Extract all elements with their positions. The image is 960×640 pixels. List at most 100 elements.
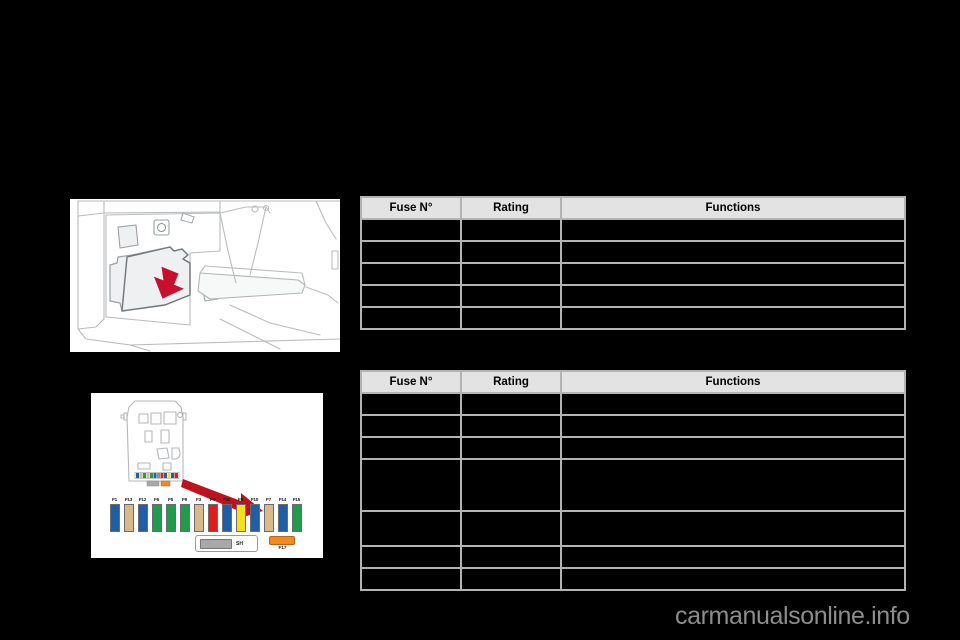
fuse-slot-label: F1 [112,497,117,502]
cell-functions [561,568,905,590]
fuse-slot: F5 [165,497,176,532]
fuse-slot: F4 [207,497,218,532]
cell-functions [561,307,905,329]
glovebox-fuse-access-illustration [70,199,340,352]
fuse-slot-label: F9 [182,497,187,502]
cell-rating [461,568,561,590]
cell-fuse [361,415,461,437]
cell-functions [561,263,905,285]
cell-fuse [361,241,461,263]
fuse-slot-label: F12 [138,497,147,502]
column-header-fuse-number: Fuse N° [361,371,461,393]
shunt-module: SH [195,535,258,552]
cell-fuse [361,219,461,241]
cell-rating [461,263,561,285]
fuse-slot-body [235,504,246,532]
cell-rating [461,459,561,511]
column-header-rating: Rating [461,371,561,393]
extra-fuse-body [269,536,295,545]
table-row [361,219,905,241]
cell-functions [561,437,905,459]
cell-fuse [361,393,461,415]
table-row [361,546,905,568]
cell-fuse [361,307,461,329]
table-body-2 [361,393,905,590]
fuse-slot: F6 [151,497,162,532]
cell-rating [461,307,561,329]
extra-fuse-label: F17 [278,545,287,550]
cell-fuse [361,459,461,511]
table-header-row: Fuse N° Rating Functions [361,197,905,219]
fuse-slot-label: F11 [222,497,231,502]
table-row [361,511,905,546]
fuse-box-layout-diagram: F1 F13 F12 F6 F5 F9 F3 F4 F11 F8 F10 F7 F14 F15 SH F1… [91,393,323,558]
fuse-slot-label: F8 [238,497,243,502]
fuse-slot: F12 [137,497,148,532]
table-row [361,307,905,329]
table-row [361,263,905,285]
shunt-bar-icon [200,538,232,549]
fuse-slot-body [249,504,260,532]
fuse-slot: F8 [235,497,246,532]
fuse-table-2: Fuse N° Rating Functions [360,370,906,591]
fuse-slot-body [277,504,288,532]
site-watermark: carmanualsonline.info [675,602,910,630]
table-row [361,459,905,511]
fuse-slot-body [291,504,302,532]
fuse-slot-body [165,504,176,532]
fuse-slot-label: F5 [168,497,173,502]
cell-functions [561,546,905,568]
fuse-slot-body [221,504,232,532]
cell-rating [461,393,561,415]
fuse-slot-label: F15 [292,497,301,502]
cell-rating [461,546,561,568]
fuse-table-1: Fuse N° Rating Functions [360,196,906,330]
column-header-rating: Rating [461,197,561,219]
fuse-slot: F1 [109,497,120,532]
shunt-label: SH [236,540,243,547]
fuse-slot: F11 [221,497,232,532]
fuse-slot-body [193,504,204,532]
column-header-functions: Functions [561,371,905,393]
cell-rating [461,415,561,437]
table-row [361,393,905,415]
fuse-slot-label: F6 [154,497,159,502]
cell-fuse [361,568,461,590]
fuse-slot-body [179,504,190,532]
column-header-fuse-number: Fuse N° [361,197,461,219]
fuse-slot-body [151,504,162,532]
table-body-1 [361,219,905,329]
fuse-slot: F7 [263,497,274,532]
cell-functions [561,459,905,511]
column-header-functions: Functions [561,197,905,219]
cell-rating [461,219,561,241]
cell-functions [561,219,905,241]
extra-fuse-f17: F17 [269,536,296,551]
cell-rating [461,511,561,546]
cell-fuse [361,285,461,307]
fuse-slot: F13 [123,497,134,532]
cell-functions [561,285,905,307]
fuse-slot-body [137,504,148,532]
cell-fuse [361,511,461,546]
cell-functions [561,511,905,546]
fuse-slot-label: F4 [210,497,215,502]
cell-rating [461,241,561,263]
fuse-slot-label: F7 [266,497,271,502]
fuse-slot: F3 [193,497,204,532]
table-row [361,285,905,307]
fuse-slot-label: F3 [196,497,201,502]
fuse-slot-body [109,504,120,532]
fuse-slot-body [263,504,274,532]
table-header-row: Fuse N° Rating Functions [361,371,905,393]
fuse-slot: F9 [179,497,190,532]
fuse-slot: F14 [277,497,288,532]
cell-functions [561,415,905,437]
cell-fuse [361,546,461,568]
table-row [361,415,905,437]
table-row [361,568,905,590]
fuse-slot-label: F13 [124,497,133,502]
cell-rating [461,285,561,307]
cell-fuse [361,437,461,459]
fuse-slot-body [123,504,134,532]
